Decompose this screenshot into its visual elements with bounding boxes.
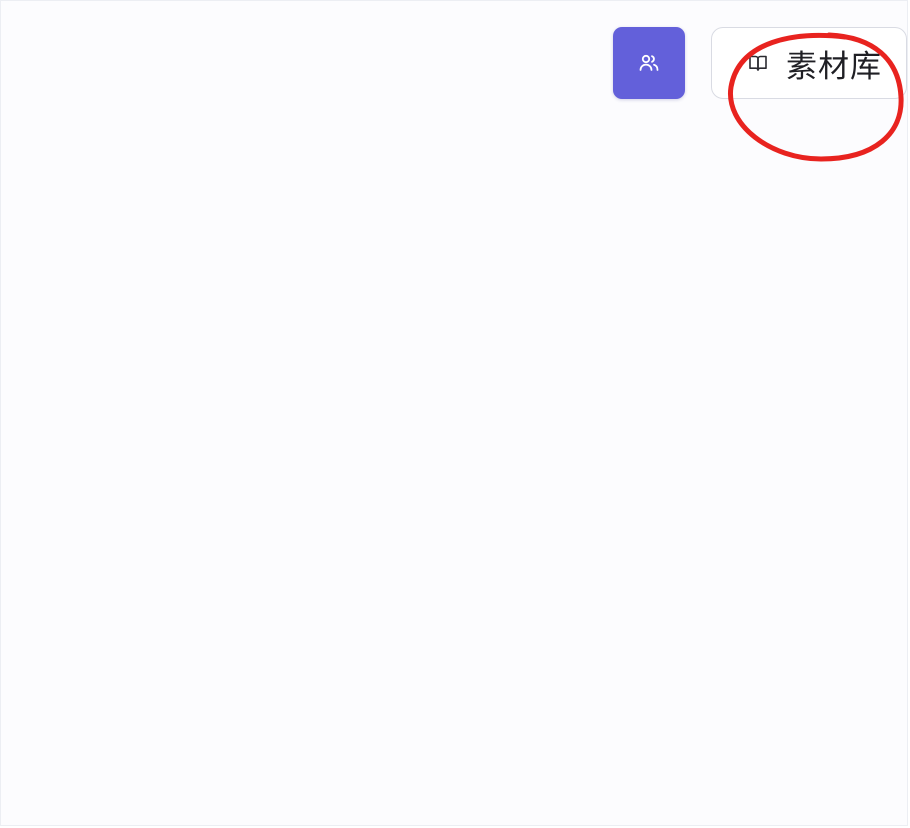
material-library-button[interactable]: 素材库 (711, 27, 907, 99)
users-icon (636, 50, 662, 76)
material-library-label: 素材库 (786, 48, 882, 85)
page-canvas: 素材库 (0, 0, 908, 826)
book-open-icon (748, 53, 768, 73)
users-button[interactable] (613, 27, 685, 99)
